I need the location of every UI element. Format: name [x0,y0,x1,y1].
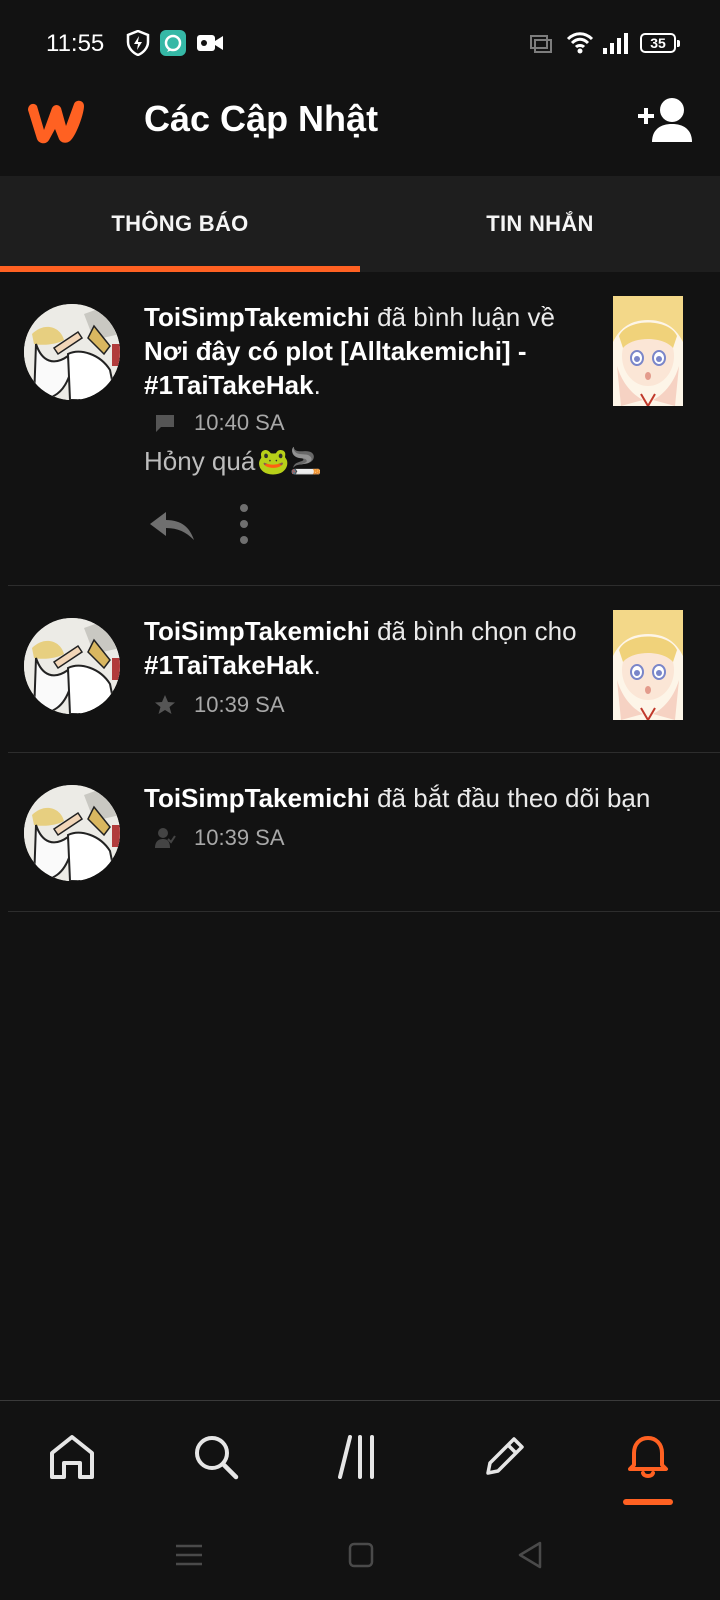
back-triangle-icon[interactable] [514,1538,548,1572]
end-punct: . [313,370,321,400]
add-user-icon[interactable] [638,96,696,144]
search-icon[interactable] [188,1429,244,1485]
username[interactable]: ToiSimpTakemichi [144,616,370,646]
system-navigation [0,1510,720,1600]
library-icon[interactable] [334,1429,390,1485]
avatar[interactable] [24,304,120,400]
wattpad-logo[interactable] [24,96,88,146]
notification-meta: 10:39 SA [154,823,285,853]
menu-icon[interactable] [172,1538,206,1572]
star-icon [155,695,175,714]
story-cover[interactable] [613,610,683,720]
action-text: đã bắt đầu theo dõi bạn [369,783,651,813]
cast-icon [530,35,552,53]
bell-icon[interactable] [620,1429,676,1485]
comment-text: Hỏny quá 🐸🚬 [144,446,322,477]
follow-user-icon [155,828,176,848]
tab-notifications[interactable]: THÔNG BÁO [0,176,360,272]
tab-bar: THÔNG BÁO TIN NHẮN [0,176,720,272]
story-link[interactable]: #1TaiTakeHak [144,650,314,680]
notification-text: ToiSimpTakemichi đã bắt đầu theo dõi bạn [144,781,704,815]
app-header: Các Cập Nhật [0,88,720,176]
wifi-icon [566,32,594,54]
home-square-icon[interactable] [344,1538,378,1572]
status-time: 11:55 [46,30,105,57]
notification-text: ToiSimpTakemichi đã bình chọn cho #1TaiT… [144,614,584,682]
avatar[interactable] [24,785,120,881]
nav-active-indicator [623,1499,673,1505]
notification-item[interactable]: ToiSimpTakemichi đã bình chọn cho #1TaiT… [8,586,720,753]
comment-content: Hỏny quá [144,446,256,476]
shield-icon [126,30,150,56]
timestamp: 10:40 SA [194,410,285,435]
notification-item[interactable]: ToiSimpTakemichi đã bình luận về Nơi đây… [8,272,720,586]
bottom-navigation [0,1400,720,1510]
signal-icon [603,33,628,54]
page-title: Các Cập Nhật [144,98,379,139]
status-bar: 11:55 35 [0,0,720,88]
notification-meta: 10:40 SA [154,408,285,438]
notification-meta: 10:39 SA [154,690,285,720]
username[interactable]: ToiSimpTakemichi [144,783,370,813]
app-icon [160,30,186,56]
comment-emoji: 🐸🚬 [257,446,323,476]
home-icon[interactable] [44,1429,100,1485]
story-link[interactable]: Nơi đây có plot [Alltakemichi] - #1TaiTa… [144,336,527,400]
end-punct: . [313,650,321,680]
comment-actions [148,502,288,552]
notification-item[interactable]: ToiSimpTakemichi đã bắt đầu theo dõi bạn… [8,753,720,912]
pencil-icon[interactable] [476,1429,532,1485]
avatar[interactable] [24,618,120,714]
notification-text: ToiSimpTakemichi đã bình luận về Nơi đây… [144,300,584,402]
action-text: đã bình chọn cho [369,616,577,646]
more-vertical-icon[interactable] [232,502,256,546]
reply-icon[interactable] [148,508,196,544]
username[interactable]: ToiSimpTakemichi [144,302,370,332]
tab-messages[interactable]: TIN NHẮN [360,176,720,272]
timestamp: 10:39 SA [194,825,285,850]
video-camera-icon [197,35,223,51]
story-cover[interactable] [613,296,683,406]
battery-icon: 35 [640,33,680,53]
timestamp: 10:39 SA [194,692,285,717]
comment-icon [156,415,174,432]
action-text: đã bình luận về [369,302,555,332]
